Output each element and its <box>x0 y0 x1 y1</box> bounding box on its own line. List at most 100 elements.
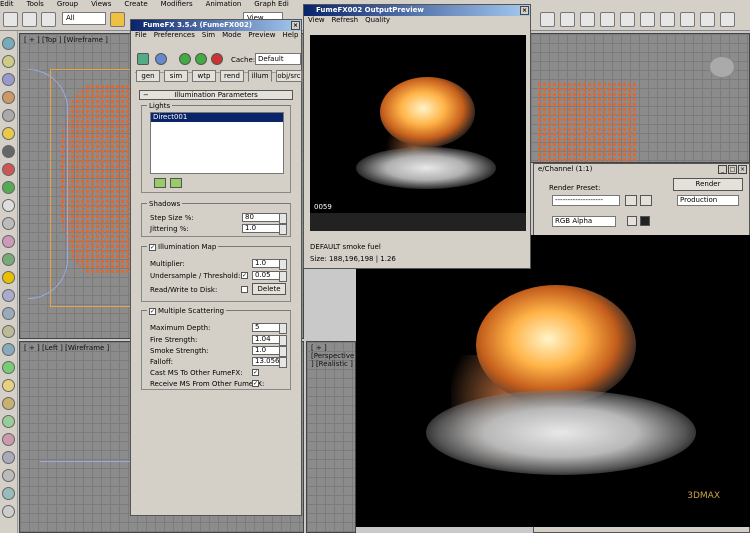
viewport-left-label[interactable]: [ + ] [Left ] [Wireframe ] <box>24 344 109 352</box>
viewport-top-label[interactable]: [ + ] [Top ] [Wireframe ] <box>24 36 108 44</box>
menu-graph-editors[interactable]: Graph Edi <box>254 0 289 8</box>
hierarchy-icon[interactable] <box>2 73 15 86</box>
ms-checkbox[interactable]: ✓ <box>149 307 156 315</box>
grass-icon[interactable] <box>2 361 15 374</box>
menu-create[interactable]: Create <box>124 0 147 8</box>
channel-dropdown[interactable]: RGB Alpha <box>552 216 616 227</box>
threshold-spinner[interactable]: 0.05 <box>252 271 287 282</box>
menu-help[interactable]: Help <box>282 31 298 39</box>
tools-icon[interactable] <box>2 397 15 410</box>
refresh-icon[interactable] <box>155 53 167 65</box>
particle-icon[interactable] <box>2 235 15 248</box>
maximize-button[interactable]: □ <box>728 165 737 174</box>
max-depth-spinner[interactable]: 5 <box>252 323 287 334</box>
mono-icon[interactable] <box>627 216 637 226</box>
color-swatch-icon[interactable] <box>640 216 650 226</box>
tab-illum[interactable]: illum <box>248 70 272 82</box>
space-warp-icon[interactable] <box>2 181 15 194</box>
menu-group[interactable]: Group <box>57 0 78 8</box>
menu-tools[interactable]: Tools <box>27 0 44 8</box>
render-production-icon[interactable] <box>660 12 675 27</box>
step-icon[interactable] <box>195 53 207 65</box>
utility-icon[interactable] <box>2 451 15 464</box>
rendered-frame-icon[interactable] <box>620 12 635 27</box>
curve-editor-icon[interactable] <box>540 12 555 27</box>
material-editor-icon[interactable] <box>580 12 595 27</box>
production-dropdown[interactable]: Production <box>677 195 739 206</box>
leaf-icon[interactable] <box>2 253 15 266</box>
tab-wtp[interactable]: wtp <box>192 70 216 82</box>
sphere-icon[interactable] <box>2 289 15 302</box>
menu-quality[interactable]: Quality <box>365 16 390 24</box>
schematic-view-icon[interactable] <box>560 12 575 27</box>
render-setup-icon[interactable] <box>600 12 615 27</box>
step-size-spinner[interactable]: 80 <box>242 213 287 224</box>
light-list-item[interactable]: Direct001 <box>151 113 283 122</box>
render-preset-dropdown[interactable]: ------------------- <box>552 195 620 206</box>
fumefx-close-button[interactable]: × <box>291 21 300 30</box>
nav-icon[interactable] <box>2 343 15 356</box>
menu-sim[interactable]: Sim <box>202 31 215 39</box>
viewport-front[interactable] <box>530 33 750 163</box>
remove-light-icon[interactable] <box>170 178 182 188</box>
tab-gen[interactable]: gen <box>136 70 160 82</box>
cloud-icon[interactable] <box>2 307 15 320</box>
script-icon[interactable] <box>2 469 15 482</box>
menu-preferences[interactable]: Preferences <box>154 31 195 39</box>
rw-disk-checkbox[interactable] <box>241 286 248 293</box>
viewport-persp-label[interactable]: [ + ] [Perspective ] [Realistic ] <box>311 344 355 368</box>
layer-icon[interactable] <box>2 487 15 500</box>
menu-animation[interactable]: Animation <box>206 0 242 8</box>
motion-icon[interactable] <box>2 91 15 104</box>
globe-icon[interactable] <box>2 325 15 338</box>
select-object-icon[interactable] <box>110 12 125 27</box>
menu-edit[interactable]: Edit <box>0 0 14 8</box>
undersample-checkbox[interactable]: ✓ <box>241 272 248 279</box>
extra-icon[interactable] <box>2 505 15 518</box>
menu-file[interactable]: File <box>135 31 147 39</box>
rollout-collapse-icon[interactable]: − <box>143 91 149 99</box>
cast-ms-checkbox[interactable]: ✓ <box>252 369 259 376</box>
preview-close-button[interactable]: × <box>520 6 529 15</box>
unlink-icon[interactable] <box>41 12 56 27</box>
menu-preview[interactable]: Preview <box>248 31 275 39</box>
display-icon[interactable] <box>2 109 15 122</box>
selection-filter-dropdown[interactable]: All <box>62 12 106 25</box>
preset-load-icon[interactable] <box>640 195 652 206</box>
render-button[interactable]: Render <box>673 178 743 191</box>
menu-mode[interactable]: Mode <box>222 31 241 39</box>
render-iterative-icon[interactable] <box>700 12 715 27</box>
jittering-spinner[interactable]: 1.0 <box>242 224 287 235</box>
play-icon[interactable] <box>179 53 191 65</box>
sun-icon[interactable] <box>2 271 15 284</box>
lights-list[interactable]: Direct001 <box>150 112 284 174</box>
menu-views[interactable]: Views <box>91 0 111 8</box>
multiplier-spinner[interactable]: 1.0 <box>252 259 287 270</box>
open-icon[interactable] <box>137 53 149 65</box>
tab-obj-src[interactable]: obj/src <box>276 70 302 82</box>
preset-save-icon[interactable] <box>625 195 637 206</box>
folder-icon[interactable] <box>2 379 15 392</box>
menu-modifiers[interactable]: Modifiers <box>161 0 193 8</box>
scene-icon[interactable] <box>2 415 15 428</box>
menu-refresh[interactable]: Refresh <box>332 16 358 24</box>
receive-ms-checkbox[interactable]: ✓ <box>252 380 259 387</box>
modify-icon[interactable] <box>2 55 15 68</box>
pick-light-icon[interactable] <box>154 178 166 188</box>
environment-icon[interactable] <box>720 12 735 27</box>
illumination-rollout-header[interactable]: − Illumination Parameters <box>139 90 293 100</box>
create-icon[interactable] <box>2 37 15 50</box>
helper-icon[interactable] <box>2 163 15 176</box>
geometry-icon[interactable] <box>2 199 15 212</box>
cache-dropdown[interactable]: Default <box>255 53 301 65</box>
material-icon[interactable] <box>2 433 15 446</box>
smoke-strength-spinner[interactable]: 1.0 <box>252 346 287 357</box>
fire-strength-spinner[interactable]: 1.04 <box>252 335 287 346</box>
stop-icon[interactable] <box>211 53 223 65</box>
light-icon[interactable] <box>2 127 15 140</box>
delete-button[interactable]: Delete <box>252 283 286 295</box>
undo-icon[interactable] <box>3 12 18 27</box>
shape-icon[interactable] <box>2 217 15 230</box>
minimize-button[interactable]: _ <box>718 165 727 174</box>
link-icon[interactable] <box>22 12 37 27</box>
